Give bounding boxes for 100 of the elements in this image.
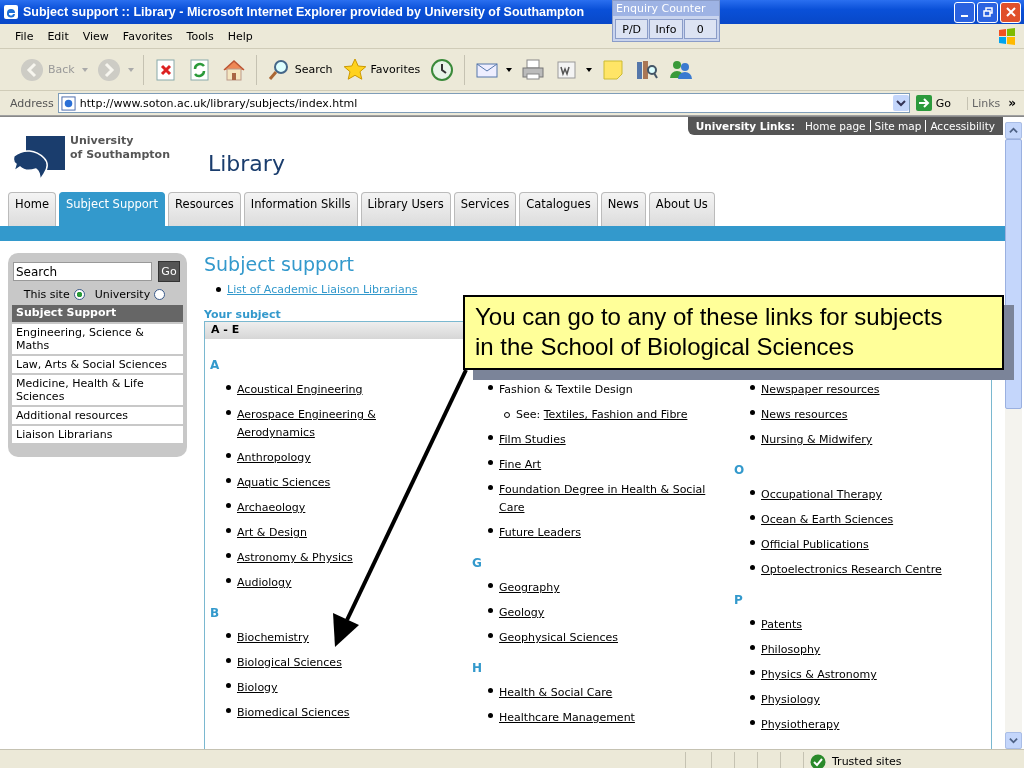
nav-tab[interactable]: Library Users [360,192,451,226]
subject-link[interactable]: Art & Design [237,524,307,542]
radio-button[interactable] [154,289,166,300]
maximize-button[interactable] [977,1,998,23]
subject-link[interactable]: Aquatic Sciences [237,474,331,492]
subject-link[interactable]: Film Studies [499,431,566,449]
check-icon [810,753,826,768]
nav-tab[interactable]: Home [8,192,56,226]
nav-tab[interactable]: Information Skills [243,192,358,226]
subject-link[interactable]: Official Publications [761,536,869,554]
subject-link[interactable]: Optoelectronics Research Centre [761,561,942,579]
bullet-icon [488,528,493,533]
search-field[interactable]: Search [13,262,152,281]
menu-item[interactable]: Favorites [115,27,180,45]
bullet-icon [750,385,755,390]
search-button[interactable]: Search [264,55,335,84]
security-zone: Trusted sites [832,755,902,768]
favorites-button[interactable]: Favorites [340,55,423,84]
radio-label: This site [23,288,70,301]
caret-icon[interactable] [585,65,594,74]
bullet-icon [226,683,231,688]
scroll-down-icon [1009,736,1018,745]
subject-link[interactable]: Physiotherapy [761,716,840,734]
subject-link[interactable]: Biochemistry [237,629,309,647]
subject-link[interactable]: Occupational Therapy [761,486,883,504]
subject-link[interactable]: Biomedical Sciences [237,704,350,722]
counter-button[interactable]: P/D [615,19,649,39]
bullet-icon [216,286,221,292]
sidebar-item[interactable]: Liaison Librarians [12,424,183,443]
bullet-icon [488,713,493,718]
menu-item[interactable]: View [75,27,116,45]
menu-item[interactable]: Help [220,27,260,45]
go-button[interactable]: Go [913,95,954,111]
go-arrow-icon [915,95,932,111]
go-button[interactable]: Go [158,261,180,282]
header-link[interactable]: Site map [869,120,926,132]
page-icon [60,95,76,111]
windows-flag-icon [996,26,1018,46]
nav-tab[interactable]: About Us [648,192,715,226]
bullet-icon [750,540,755,545]
menu-item[interactable]: File [8,27,41,45]
subject-link[interactable]: Health & Social Care [499,684,613,702]
nav-tab[interactable]: Catalogues [519,192,598,226]
links-button[interactable]: Links [967,96,1005,110]
subject-link[interactable]: Geology [499,604,545,622]
letter-heading: B [210,605,221,622]
nav-tab[interactable]: Resources [168,192,241,226]
subject-link[interactable]: Ocean & Earth Sciences [761,511,894,529]
subject-link[interactable]: Aerospace Engineering & Aerodynamics [237,406,449,442]
sidebar-item[interactable]: Engineering, Science & Maths [12,322,183,354]
subject-link[interactable]: Geophysical Sciences [499,629,618,647]
more-icon[interactable]: » [1008,96,1017,110]
subject-link[interactable]: Nursing & Midwifery [761,431,873,449]
menu-item[interactable]: Tools [179,27,221,45]
subject-link[interactable]: Textiles, Fashion and Fibre [543,406,688,424]
subject-link[interactable]: Future Leaders [499,524,581,542]
subject-link[interactable]: Fine Art [499,456,542,474]
subject-link[interactable]: Audiology [237,574,292,592]
clock-icon [430,57,455,82]
bullet-icon [750,620,755,625]
minimize-button[interactable] [954,1,975,23]
subject-link[interactable]: News resources [761,406,848,424]
scrollbar[interactable] [1005,122,1022,749]
sidebar-item[interactable]: Law, Arts & Social Sciences [12,354,183,373]
nav-tab[interactable]: Services [453,192,517,226]
bullet-icon [226,553,231,558]
sidebar-item[interactable]: Medicine, Health & Life Sciences [12,373,183,405]
subject-link[interactable]: Astronomy & Physics [237,549,353,567]
header-link[interactable]: Home page [800,120,870,132]
close-icon [1005,7,1016,17]
subject-link[interactable]: Philosophy [761,641,821,659]
sidebar-item[interactable]: Additional resources [12,405,183,424]
subject-link[interactable]: Biological Sciences [237,654,342,672]
subject-link[interactable]: Anthropology [237,449,311,467]
search-icon [266,57,291,82]
subject-link[interactable]: Geography [499,579,560,597]
bullet-icon [488,435,493,440]
subject-link[interactable]: Physics & Astronomy [761,666,877,684]
subject-link[interactable]: Acoustical Engineering [237,381,363,399]
subject-link[interactable]: Physiology [761,691,820,709]
dropdown-icon[interactable] [892,95,909,111]
letter-heading: A [210,357,221,374]
subject-link[interactable]: Patents [761,616,802,634]
panel-title: Enquiry Counter [613,1,719,16]
subject-link[interactable]: Healthcare Management [499,709,635,727]
address-field[interactable]: http://www.soton.ac.uk/library/subjects/index.html [57,93,910,113]
radio-button[interactable] [73,289,85,300]
window-title: Subject support :: Library - Microsoft Internet Explorer provided by University of Southampton [23,5,585,19]
counter-button[interactable]: Info [649,19,683,39]
subject-link[interactable]: Newspaper resources [761,381,880,399]
counter-button[interactable]: 0 [683,19,717,39]
bullet-icon [750,720,755,725]
subject-link[interactable]: Biology [237,679,278,697]
subject-link[interactable]: Archaeology [237,499,306,517]
caret-icon[interactable] [505,65,514,74]
subject-link[interactable]: Foundation Degree in Health & Social Care [499,481,711,517]
nav-tab[interactable]: News [600,192,646,226]
header-link[interactable]: Accessibility [925,120,999,132]
menu-item[interactable]: Edit [40,27,76,45]
close-button[interactable] [1000,1,1021,23]
